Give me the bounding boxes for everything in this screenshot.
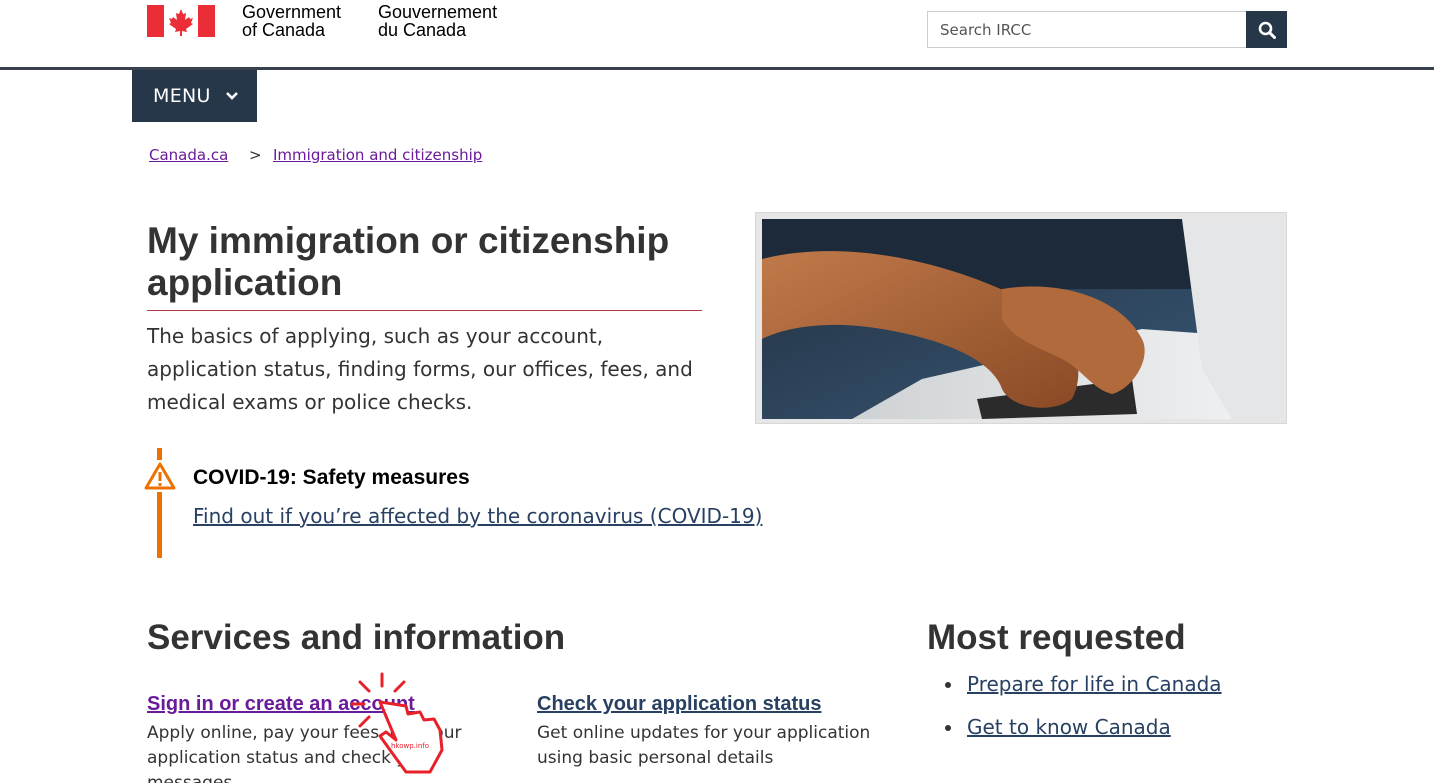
menu-label: MENU bbox=[153, 85, 211, 107]
chevron-down-icon bbox=[226, 92, 238, 100]
sign-in-description: Apply online, pay your fees, get your ap… bbox=[147, 723, 462, 783]
signature-english: Government of Canada bbox=[242, 3, 341, 39]
signature-fr-line2: du Canada bbox=[378, 20, 467, 40]
alert-icon-wrapper bbox=[144, 460, 176, 492]
breadcrumb-link-immigration[interactable]: Immigration and citizenship bbox=[273, 146, 482, 164]
most-requested-list: Prepare for life in Canada Get to know C… bbox=[945, 672, 1222, 758]
hero-image bbox=[762, 219, 1282, 419]
alert-title: COVID-19: Safety measures bbox=[193, 466, 470, 489]
signature-en-line1: Government bbox=[242, 2, 342, 22]
search-input[interactable] bbox=[927, 11, 1247, 48]
covid-link[interactable]: Find out if you’re affected by the coron… bbox=[193, 504, 762, 528]
title-underline bbox=[147, 310, 702, 311]
services-heading: Services and information bbox=[147, 618, 566, 657]
search-button[interactable] bbox=[1246, 11, 1287, 48]
warning-icon bbox=[144, 462, 176, 490]
breadcrumb-canada[interactable]: Canada.ca bbox=[149, 146, 228, 164]
page-title: My immigration or citizenship applicatio… bbox=[147, 220, 670, 303]
signature-fr-line1: Gouvernement bbox=[378, 2, 498, 22]
menu-button[interactable]: MENU bbox=[132, 70, 257, 122]
signature-french: Gouvernement du Canada bbox=[378, 3, 497, 39]
prepare-life-link[interactable]: Prepare for life in Canada bbox=[967, 672, 1222, 696]
breadcrumb-link-canada[interactable]: Canada.ca bbox=[149, 146, 228, 164]
breadcrumb-separator: > bbox=[249, 146, 262, 164]
signature-en-line2: of Canada bbox=[242, 20, 326, 40]
hero-image-frame bbox=[755, 212, 1287, 424]
search-icon bbox=[1258, 21, 1276, 39]
check-status-link[interactable]: Check your application status bbox=[537, 693, 822, 716]
list-item: Prepare for life in Canada bbox=[945, 672, 1222, 698]
svg-text:hkowp.info: hkowp.info bbox=[391, 742, 429, 750]
page-intro: The basics of applying, such as your acc… bbox=[147, 324, 693, 414]
list-item: Get to know Canada bbox=[945, 715, 1222, 741]
check-status-description: Get online updates for your application … bbox=[537, 723, 871, 768]
know-canada-link[interactable]: Get to know Canada bbox=[967, 715, 1171, 739]
click-cursor-icon: hkowp.info bbox=[350, 672, 444, 774]
canada-flag-icon[interactable] bbox=[147, 5, 215, 37]
most-requested-heading: Most requested bbox=[927, 618, 1186, 657]
site-header: Government of Canada Gouvernement du Can… bbox=[0, 0, 1434, 70]
breadcrumb-immigration[interactable]: Immigration and citizenship bbox=[273, 146, 482, 164]
